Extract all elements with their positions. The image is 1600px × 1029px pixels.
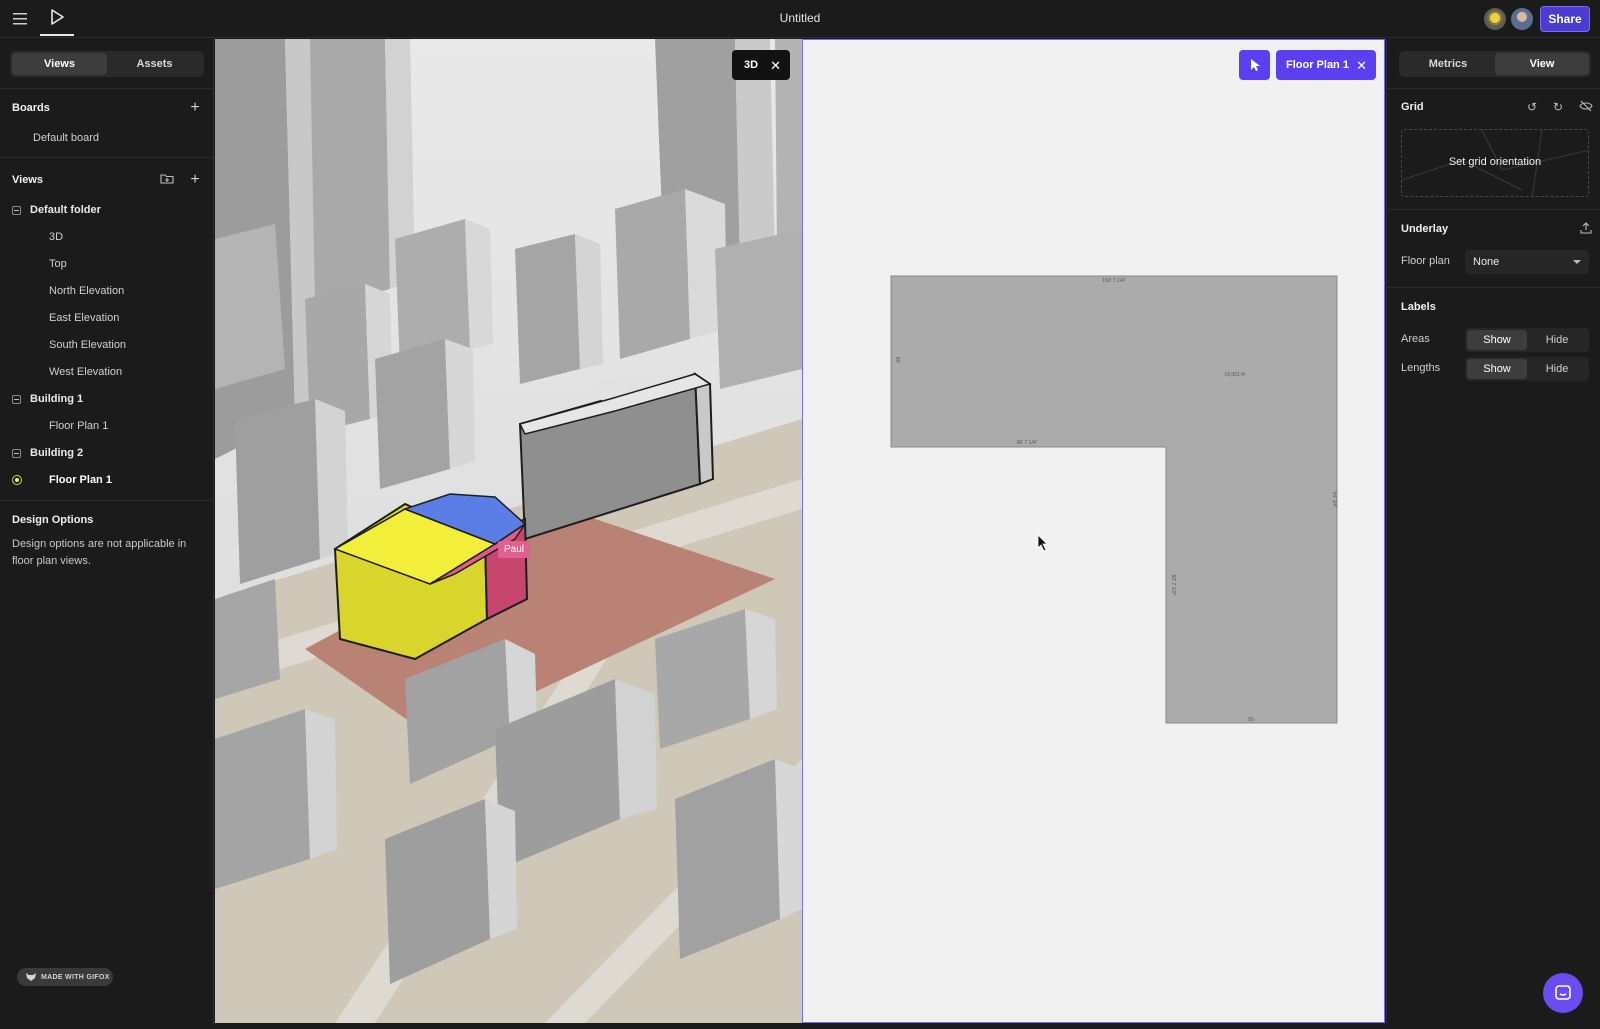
view-item-north-elevation[interactable]: North Elevation: [49, 285, 124, 297]
lengths-toggle: Show Hide: [1465, 357, 1589, 381]
divider: [0, 88, 214, 89]
view-item-3d[interactable]: 3D: [49, 231, 63, 243]
fox-icon: [26, 973, 36, 981]
folder-building-1[interactable]: Building 1: [12, 393, 83, 405]
lengths-hide-button[interactable]: Hide: [1527, 359, 1587, 379]
eye-off-icon[interactable]: [1579, 100, 1593, 114]
tab-3d-label: 3D: [744, 59, 759, 71]
tab-floor-plan-label: Floor Plan 1: [1286, 59, 1349, 71]
rotate-left-icon[interactable]: ↺: [1525, 100, 1539, 114]
tab-floor-plan-view[interactable]: Floor Plan 1 ✕: [1276, 50, 1376, 80]
avatar[interactable]: [1484, 8, 1506, 30]
right-panel-tabs: Metrics View: [1399, 51, 1591, 77]
view-item-top[interactable]: Top: [49, 258, 67, 270]
right-panel: Metrics View Grid ↺ ↻ Set grid orientati…: [1386, 39, 1600, 1023]
divider: [1387, 209, 1600, 210]
tab-3d-view[interactable]: 3D ✕: [732, 50, 790, 80]
labels-heading: Labels: [1401, 301, 1436, 313]
folder-label: Default folder: [30, 204, 101, 216]
floor-plan-select[interactable]: None: [1465, 250, 1589, 274]
close-icon[interactable]: ✕: [770, 58, 781, 74]
add-board-plus-icon[interactable]: +: [188, 100, 202, 116]
document-title[interactable]: Untitled: [0, 11, 1600, 25]
gifox-badge: MADE WITH GIFOX: [17, 968, 113, 986]
dimension-label: 54' 1/4": [1331, 492, 1337, 509]
new-folder-icon[interactable]: [160, 173, 174, 187]
left-sidebar: Views Assets Boards + Default board View…: [0, 39, 214, 1023]
chat-support-button[interactable]: [1543, 973, 1583, 1013]
grid-heading: Grid: [1401, 101, 1424, 113]
share-button[interactable]: Share: [1540, 6, 1590, 32]
selected-indicator-icon: [12, 475, 22, 485]
areas-label: Areas: [1401, 333, 1430, 345]
folder-default[interactable]: Default folder: [12, 204, 101, 216]
view-item-east-elevation[interactable]: East Elevation: [49, 312, 119, 324]
folder-label: Building 2: [30, 447, 84, 459]
chevron-down-icon: [1573, 260, 1581, 264]
dimension-label: 150' 7 1/4": [1102, 278, 1126, 284]
upload-icon[interactable]: [1579, 222, 1593, 236]
lengths-show-button[interactable]: Show: [1467, 359, 1527, 379]
divider: [1387, 287, 1600, 288]
tab-assets[interactable]: Assets: [107, 53, 202, 75]
floor-plan-select-value: None: [1473, 256, 1500, 268]
dimension-label: 62' 7 1/2": [1170, 575, 1176, 596]
dimension-label: 96' 7 1/4": [1017, 440, 1038, 446]
view-item-floor-plan-selected[interactable]: Floor Plan 1: [49, 474, 112, 486]
folder-label: Building 1: [30, 393, 84, 405]
add-view-plus-icon[interactable]: +: [188, 172, 202, 188]
design-options-heading: Design Options: [12, 514, 94, 526]
collapse-icon[interactable]: [12, 448, 21, 458]
areas-hide-button[interactable]: Hide: [1527, 330, 1587, 350]
avatar[interactable]: [1511, 8, 1533, 30]
areas-show-button[interactable]: Show: [1467, 330, 1527, 350]
top-bar: Untitled Share: [0, 0, 1600, 38]
dimension-label: 50': [894, 357, 900, 364]
rotate-right-icon[interactable]: ↻: [1551, 100, 1565, 114]
areas-toggle: Show Hide: [1465, 328, 1589, 352]
design-options-text: Design options are not applicable in flo…: [12, 538, 187, 567]
board-item-default[interactable]: Default board: [33, 132, 99, 144]
set-grid-orientation-button[interactable]: Set grid orientation: [1401, 129, 1589, 197]
set-grid-orientation-label: Set grid orientation: [1448, 156, 1542, 168]
tab-view[interactable]: View: [1495, 53, 1589, 75]
floor-plan-label: Floor plan: [1401, 255, 1450, 267]
collapse-icon[interactable]: [12, 205, 21, 215]
divider: [0, 157, 214, 158]
folder-building-2[interactable]: Building 2: [12, 447, 83, 459]
floor-plan-canvas[interactable]: 150' 7 1/4" 10,061 ft² 96' 7 1/4" 50 62'…: [803, 40, 1386, 1024]
view-item-west-elevation[interactable]: West Elevation: [49, 366, 122, 378]
dimension-label: 10,061 ft²: [1224, 372, 1245, 378]
view-item-south-elevation[interactable]: South Elevation: [49, 339, 126, 351]
divider: [1387, 88, 1600, 89]
3d-viewport[interactable]: Paul: [215, 39, 802, 1023]
collapse-icon[interactable]: [12, 394, 21, 404]
tab-views[interactable]: Views: [12, 53, 107, 75]
dimension-label: 50: [1248, 717, 1254, 723]
pointer-icon: [1250, 59, 1260, 71]
underlay-heading: Underlay: [1401, 223, 1449, 235]
views-heading: Views: [12, 174, 43, 186]
gifox-label: MADE WITH GIFOX: [41, 973, 110, 981]
mouse-cursor-icon: [1037, 534, 1048, 552]
sidebar-tabs: Views Assets: [10, 51, 204, 77]
3d-city-scene[interactable]: [215, 39, 802, 1023]
collaborator-cursor-label: Paul: [498, 541, 531, 558]
boards-heading: Boards: [12, 102, 50, 114]
close-icon[interactable]: ✕: [1356, 58, 1367, 74]
chat-icon: [1555, 985, 1571, 1000]
lengths-label: Lengths: [1401, 362, 1441, 374]
view-item-floor-plan[interactable]: Floor Plan 1: [49, 420, 108, 432]
floor-plan-viewport[interactable]: 150' 7 1/4" 10,061 ft² 96' 7 1/4" 50 62'…: [802, 39, 1385, 1023]
select-tool-button[interactable]: [1239, 50, 1270, 80]
divider: [0, 500, 214, 501]
tab-metrics[interactable]: Metrics: [1401, 53, 1495, 75]
